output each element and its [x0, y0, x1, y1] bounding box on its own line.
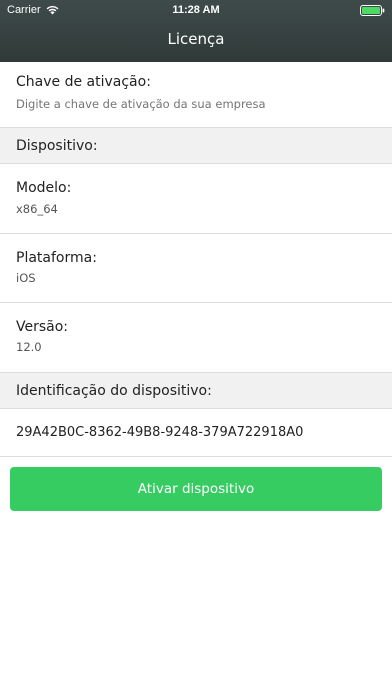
- platform-label: Plataforma:: [16, 250, 97, 266]
- platform-value: iOS: [16, 271, 36, 285]
- device-section-header: Dispositivo:: [0, 128, 392, 164]
- battery-icon: [360, 5, 385, 16]
- status-time: 11:28 AM: [172, 4, 220, 16]
- activation-key-label: Chave de ativação:: [16, 74, 151, 90]
- device-header-label: Dispositivo:: [16, 138, 98, 154]
- model-value: x86_64: [16, 202, 58, 216]
- version-label: Versão:: [16, 319, 69, 335]
- model-label: Modelo:: [16, 180, 72, 196]
- page-title: Licença: [167, 30, 225, 48]
- activation-key-section: Chave de ativação:: [0, 62, 392, 128]
- device-id-value: 29A42B0C-8362-49B8-9248-379A722918A0: [16, 425, 304, 440]
- version-row: Versão: 12.0: [0, 303, 392, 373]
- device-id-row: 29A42B0C-8362-49B8-9248-379A722918A0: [0, 409, 392, 457]
- activate-device-button[interactable]: Ativar dispositivo: [10, 467, 382, 511]
- activation-key-input[interactable]: [16, 96, 376, 112]
- top-bar: Carrier 11:28 AM Licença: [0, 0, 392, 62]
- status-bar: Carrier 11:28 AM: [0, 0, 392, 20]
- version-value: 12.0: [16, 340, 42, 354]
- platform-row: Plataforma: iOS: [0, 234, 392, 303]
- model-row: Modelo: x86_64: [0, 164, 392, 234]
- device-id-section-header: Identificação do dispositivo:: [0, 373, 392, 409]
- device-id-header-label: Identificação do dispositivo:: [16, 383, 212, 399]
